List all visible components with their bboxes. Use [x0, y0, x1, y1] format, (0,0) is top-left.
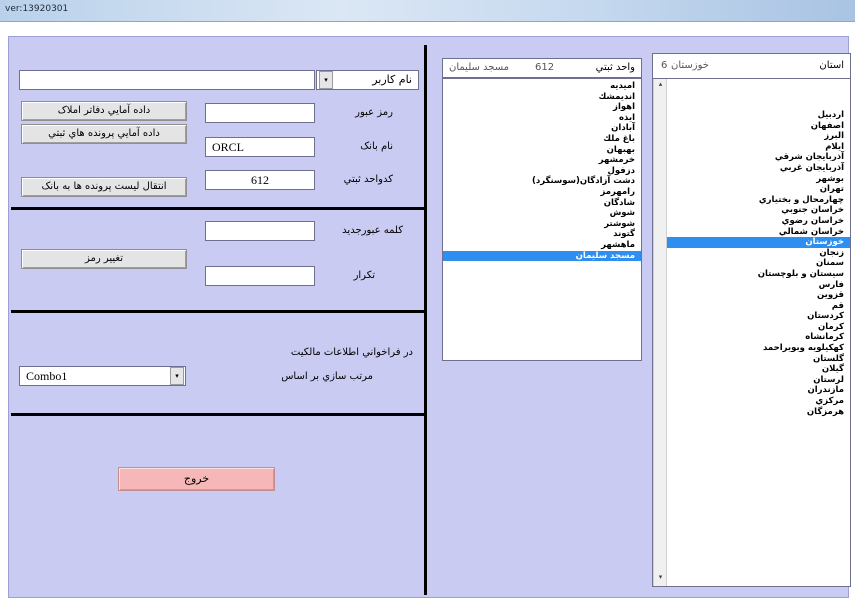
list-item[interactable]: خرمشهر	[443, 155, 641, 166]
list-item[interactable]: آذربايجان شرقي	[667, 152, 850, 163]
province-code: 6	[661, 60, 668, 71]
list-item[interactable]: ايذه	[443, 113, 641, 124]
main-form: ▾ نام کاربر داده آمايي دفاتر املاک داده …	[8, 36, 851, 598]
province-header: خوزستان 6 استان	[652, 53, 851, 79]
window-frame: ▾ نام کاربر داده آمايي دفاتر املاک داده …	[0, 22, 855, 598]
transfer-files-button[interactable]: انتقال ليست پرونده ها به بانک	[21, 177, 187, 197]
list-item[interactable]: سيستان و بلوچستان	[667, 269, 850, 280]
ownership-heading: در فراخواني اطلاعات مالکيت	[290, 347, 413, 358]
list-item[interactable]: بوشهر	[667, 174, 850, 185]
list-item[interactable]: قم	[667, 301, 850, 312]
bank-name-label: نام بانک	[360, 141, 393, 152]
registry-unit-label: واحد ثبتي	[595, 62, 635, 73]
list-item[interactable]: اردبيل	[667, 110, 850, 121]
list-item[interactable]: اصفهان	[667, 121, 850, 132]
list-item[interactable]: خراسان جنوبي	[667, 205, 850, 216]
list-item[interactable]: كرمان	[667, 322, 850, 333]
list-item[interactable]: دشت آزادگان(سوسنگرد)	[443, 176, 641, 187]
province-name: خوزستان	[671, 60, 709, 71]
list-item[interactable]: مازندران	[667, 385, 850, 396]
sort-combo[interactable]: Combo1 ▾	[19, 366, 186, 386]
province-list[interactable]: ▴ ▾ اردبيل اصفهان البرز ايلام آذربايجان شرقي…	[652, 78, 851, 587]
list-item[interactable]: رامهرمز	[443, 187, 641, 198]
exit-button[interactable]: خروج	[118, 467, 275, 491]
list-item[interactable]: لرستان	[667, 375, 850, 386]
chevron-down-icon[interactable]: ▾	[319, 71, 333, 89]
list-item[interactable]: ماهشهر	[443, 240, 641, 251]
scroll-down-icon[interactable]: ▾	[654, 573, 667, 585]
username-display	[19, 70, 315, 90]
list-item[interactable]: شوش	[443, 208, 641, 219]
list-item[interactable]: البرز	[667, 131, 850, 142]
username-combo[interactable]: ▾ نام کاربر	[316, 70, 419, 90]
list-item[interactable]: قزوين	[667, 290, 850, 301]
list-item[interactable]: كردستان	[667, 311, 850, 322]
registry-unit-code: 612	[535, 62, 555, 73]
list-item[interactable]: اهواز	[443, 102, 641, 113]
window-titlebar: ver:13920301	[0, 0, 855, 22]
sort-combo-value: Combo1	[26, 369, 68, 383]
repeat-password-label: تکرار	[353, 270, 375, 281]
username-label: نام کاربر	[372, 73, 412, 86]
property-offices-button[interactable]: داده آمايي دفاتر املاک	[21, 101, 187, 121]
list-item[interactable]: آبادان	[443, 123, 641, 134]
list-item[interactable]: اميديه	[443, 81, 641, 92]
unit-code-label: کدواحد ثبتي	[343, 174, 393, 185]
list-item[interactable]: ايلام	[667, 142, 850, 153]
list-item[interactable]: زنجان	[667, 248, 850, 259]
list-item[interactable]: كرمانشاه	[667, 332, 850, 343]
list-item[interactable]: بهبهان	[443, 145, 641, 156]
list-item[interactable]: خراسان رضوي	[667, 216, 850, 227]
list-item[interactable]: مسجد سليمان	[443, 250, 641, 262]
new-password-label: کلمه عبورجديد	[342, 225, 403, 236]
province-scrollbar[interactable]: ▴ ▾	[653, 79, 667, 586]
bank-name-input[interactable]: ORCL	[205, 137, 315, 157]
registry-unit-header: مسجد سليمان 612 واحد ثبتي	[442, 58, 642, 78]
registry-unit-name: مسجد سليمان	[449, 62, 510, 73]
divider-ownership	[11, 413, 424, 416]
password-input[interactable]	[205, 103, 315, 123]
list-item[interactable]: گيلان	[667, 364, 850, 375]
change-password-button[interactable]: تغيير رمز	[21, 249, 187, 269]
list-item[interactable]: خراسان شمالي	[667, 227, 850, 238]
list-item[interactable]: كهكيلويه وبويراحمد	[667, 343, 850, 354]
list-item[interactable]: فارس	[667, 280, 850, 291]
list-item[interactable]: چهارمحال و بختياري	[667, 195, 850, 206]
list-item[interactable]: سمنان	[667, 258, 850, 269]
repeat-password-input[interactable]	[205, 266, 315, 286]
divider-left-center	[424, 45, 427, 595]
province-label: استان	[819, 60, 844, 71]
list-item[interactable]: انديمشك	[443, 92, 641, 103]
list-item[interactable]: هرمزگان	[667, 407, 850, 418]
divider-password	[11, 310, 424, 313]
scroll-up-icon[interactable]: ▴	[654, 80, 667, 92]
list-item[interactable]: دزفول	[443, 166, 641, 177]
sort-by-label: مرتب سازي بر اساس	[281, 371, 373, 382]
list-item[interactable]: شادگان	[443, 198, 641, 209]
window-title: ver:13920301	[5, 4, 69, 14]
registry-unit-list[interactable]: اميديه انديمشك اهواز ايذه آبادان باغ ملك بهبها…	[442, 78, 642, 361]
list-item[interactable]: تهران	[667, 184, 850, 195]
list-item[interactable]: باغ ملك	[443, 134, 641, 145]
chevron-down-icon[interactable]: ▾	[170, 367, 184, 385]
password-label: رمز عبور	[355, 107, 393, 118]
list-item[interactable]: مركزي	[667, 396, 850, 407]
registry-files-button[interactable]: داده آمايي پرونده هاي ثبتي	[21, 124, 187, 144]
unit-code-input[interactable]: 612	[205, 170, 315, 190]
divider-login	[11, 207, 424, 210]
new-password-input[interactable]	[205, 221, 315, 241]
list-item[interactable]: گتوند	[443, 229, 641, 240]
list-item[interactable]: گلستان	[667, 354, 850, 365]
list-item[interactable]: خوزستان	[667, 237, 850, 248]
list-item[interactable]: شوشتر	[443, 219, 641, 230]
list-item[interactable]: آذربايجان غربي	[667, 163, 850, 174]
